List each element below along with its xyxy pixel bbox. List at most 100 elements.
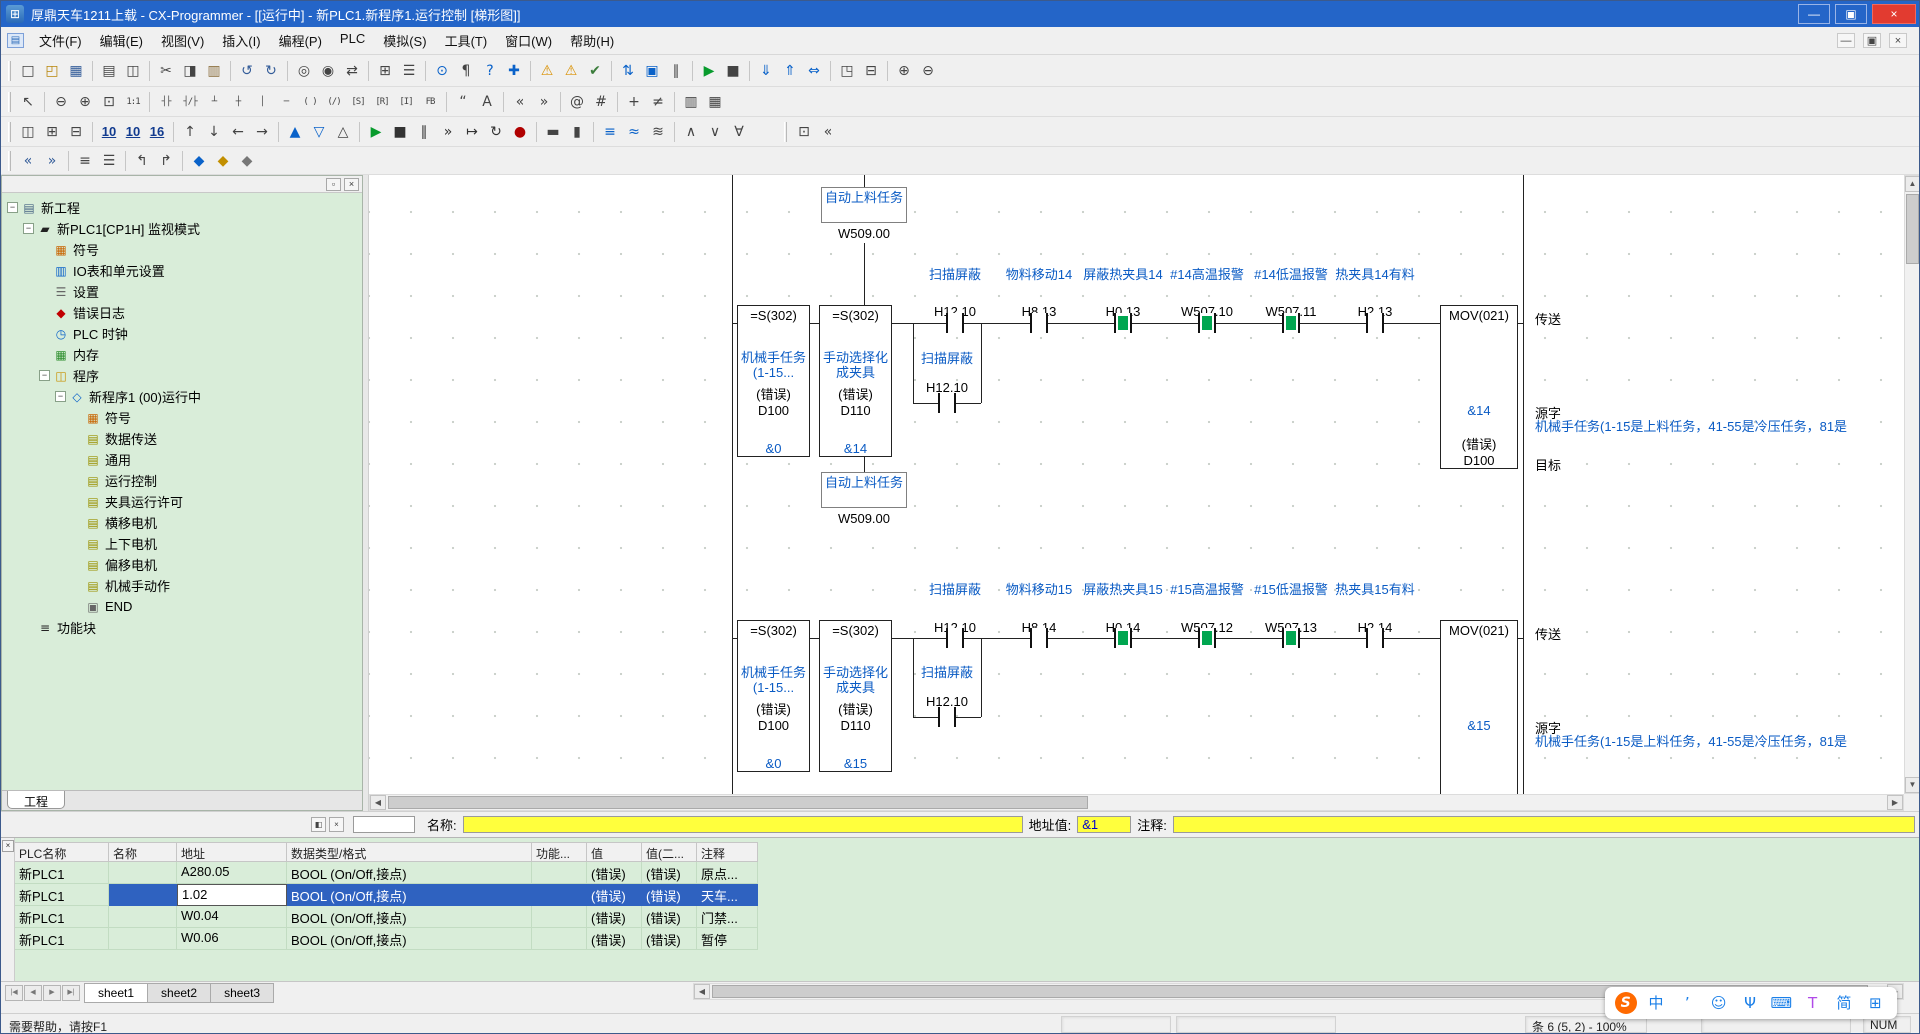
mov-block[interactable]: MOV(021)&15 xyxy=(1440,620,1518,794)
info-icon[interactable]: ⊙ xyxy=(430,59,454,83)
watch-column-header[interactable]: 值 xyxy=(587,842,642,862)
contact-on[interactable] xyxy=(1114,313,1132,333)
upload-icon[interactable]: ⇑ xyxy=(778,59,802,83)
mov-block[interactable]: MOV(021)&14(错误)D100 xyxy=(1440,305,1518,469)
go-bottom-icon[interactable]: ↓ xyxy=(202,120,226,144)
toolbar-grip[interactable] xyxy=(784,122,787,142)
zoom-out-icon[interactable]: ⊖ xyxy=(916,59,940,83)
watch-row[interactable]: 新PLC1W0.04BOOL (On/Off,接点)(错误)(错误)门禁... xyxy=(15,906,758,928)
zoom-fit-icon[interactable]: ⊡ xyxy=(97,90,121,114)
monitor-mode-icon[interactable]: ▣ xyxy=(640,59,664,83)
sim-step-over-icon[interactable]: ↦ xyxy=(460,120,484,144)
program-check-icon[interactable]: ✔ xyxy=(583,59,607,83)
tree-item-2[interactable]: ▦符号 xyxy=(2,239,362,260)
arrange-h-icon[interactable]: ▬ xyxy=(541,120,565,144)
scroll-left-icon[interactable]: ◀ xyxy=(370,795,386,810)
compare-block[interactable]: =S(302)机械手任务(1-15...(错误)D100&0 xyxy=(737,305,810,457)
instruction-box-icon[interactable]: [I] xyxy=(394,90,418,114)
sheet-nav-1-icon[interactable]: ◀ xyxy=(24,985,42,1001)
zoom-out-2-icon[interactable]: ⊖ xyxy=(49,90,73,114)
sheet-nav-3-icon[interactable]: ▶| xyxy=(62,985,80,1001)
sheet-tab-sheet3[interactable]: sheet3 xyxy=(210,983,274,1003)
work-online-icon[interactable]: ⇅ xyxy=(616,59,640,83)
contact-or-no-icon[interactable]: ┴ xyxy=(202,90,226,114)
select-all-icon[interactable]: ∀ xyxy=(727,120,751,144)
tree-expander-icon[interactable]: − xyxy=(55,391,66,402)
pause-monitor-icon[interactable]: ∥ xyxy=(664,59,688,83)
sim-run-icon[interactable]: ▶ xyxy=(364,120,388,144)
marker-amber-icon[interactable]: ◆ xyxy=(211,149,235,173)
watch-column-header[interactable]: 注释 xyxy=(697,842,758,862)
tree-item-19[interactable]: ▣END xyxy=(2,596,362,617)
paste-icon[interactable]: ▥ xyxy=(202,59,226,83)
toolbar-grip[interactable] xyxy=(8,151,11,171)
fb-call-icon[interactable]: FB xyxy=(418,90,442,114)
tree-expander-icon[interactable]: − xyxy=(7,202,18,213)
watch-column-header[interactable]: 值(二... xyxy=(642,842,697,862)
sheet-tab-sheet2[interactable]: sheet2 xyxy=(147,983,211,1003)
save-icon[interactable]: ▦ xyxy=(64,59,88,83)
contact-off[interactable] xyxy=(938,707,956,727)
menu-视图(V)[interactable]: 视图(V) xyxy=(152,27,213,54)
grid-icon[interactable]: ⊞ xyxy=(373,59,397,83)
symbol-table-icon[interactable]: ▥ xyxy=(679,90,703,114)
go-top-icon[interactable]: ↑ xyxy=(178,120,202,144)
tree-item-0[interactable]: −▤新工程 xyxy=(2,197,362,218)
name-field[interactable] xyxy=(463,816,1023,833)
mdi-restore-icon[interactable]: ▣ xyxy=(1863,33,1881,48)
align-2-icon[interactable]: ≈ xyxy=(622,120,646,144)
mdi-minimize-icon[interactable]: — xyxy=(1837,33,1855,48)
coil-nc-icon[interactable]: (/) xyxy=(322,90,346,114)
ime-skin-icon[interactable]: T xyxy=(1801,991,1825,1015)
menu-文件(F)[interactable]: 文件(F) xyxy=(30,27,91,54)
open-icon[interactable]: ◰ xyxy=(40,59,64,83)
nav-down-icon[interactable]: ↱ xyxy=(154,149,178,173)
stop-icon[interactable]: ■ xyxy=(721,59,745,83)
marker-blue-icon[interactable]: ◆ xyxy=(187,149,211,173)
reset-instr-icon[interactable]: [R] xyxy=(370,90,394,114)
coil-no-icon[interactable]: ( ) xyxy=(298,90,322,114)
new-icon[interactable]: □ xyxy=(16,59,40,83)
close-button[interactable]: × xyxy=(1872,4,1916,24)
watch-close-icon[interactable]: × xyxy=(2,840,14,852)
properties-icon[interactable]: ☰ xyxy=(397,59,421,83)
select-up-icon[interactable]: ∧ xyxy=(679,120,703,144)
tree-item-4[interactable]: ☰设置 xyxy=(2,281,362,302)
arrange-v-icon[interactable]: ▮ xyxy=(565,120,589,144)
menu-模拟(S)[interactable]: 模拟(S) xyxy=(374,27,435,54)
watch-column-header[interactable]: 数据类型/格式 xyxy=(287,842,532,862)
download-icon[interactable]: ⇓ xyxy=(754,59,778,83)
select-down-icon[interactable]: ∨ xyxy=(703,120,727,144)
grid-10b-icon[interactable]: 10 xyxy=(121,120,145,144)
output-window-icon[interactable]: ⊟ xyxy=(64,120,88,144)
toolbar-grip[interactable] xyxy=(8,61,11,81)
watch-column-header[interactable]: 地址 xyxy=(177,842,287,862)
compile-icon[interactable]: ⚠ xyxy=(535,59,559,83)
sim-stop-icon[interactable]: ■ xyxy=(388,120,412,144)
close-panel-icon[interactable]: × xyxy=(344,178,359,191)
menu-帮助(H)[interactable]: 帮助(H) xyxy=(561,27,623,54)
watch-column-header[interactable]: 名称 xyxy=(109,842,177,862)
tree-item-18[interactable]: ▤机械手动作 xyxy=(2,575,362,596)
edit-comment-icon[interactable]: “ xyxy=(451,90,475,114)
tree-item-17[interactable]: ▤偏移电机 xyxy=(2,554,362,575)
scroll-up-icon[interactable]: ▲ xyxy=(1905,176,1920,192)
tree-item-8[interactable]: −◫程序 xyxy=(2,365,362,386)
watch-grip-bar[interactable]: × xyxy=(1,838,15,982)
menu-编程(P)[interactable]: 编程(P) xyxy=(270,27,331,54)
set-instr-icon[interactable]: [S] xyxy=(346,90,370,114)
tree-item-12[interactable]: ▤通用 xyxy=(2,449,362,470)
compare-block[interactable]: =S(302)机械手任务(1-15...(错误)D100&0 xyxy=(737,620,810,772)
scroll-right-icon[interactable]: ▶ xyxy=(1887,795,1903,810)
vscroll-thumb[interactable] xyxy=(1906,194,1919,264)
pin-panel-icon[interactable]: ▫ xyxy=(326,178,341,191)
align-1-icon[interactable]: ≡ xyxy=(598,120,622,144)
sheet-nav-0-icon[interactable]: |◀ xyxy=(5,985,23,1001)
watch-window-icon[interactable]: ⊞ xyxy=(40,120,64,144)
menu-编辑(E)[interactable]: 编辑(E) xyxy=(91,27,152,54)
redo-icon[interactable]: ↻ xyxy=(259,59,283,83)
tree-item-7[interactable]: ▦内存 xyxy=(2,344,362,365)
nav-up-icon[interactable]: ↰ xyxy=(130,149,154,173)
tree-item-13[interactable]: ▤运行控制 xyxy=(2,470,362,491)
menu-PLC[interactable]: PLC xyxy=(331,27,374,54)
